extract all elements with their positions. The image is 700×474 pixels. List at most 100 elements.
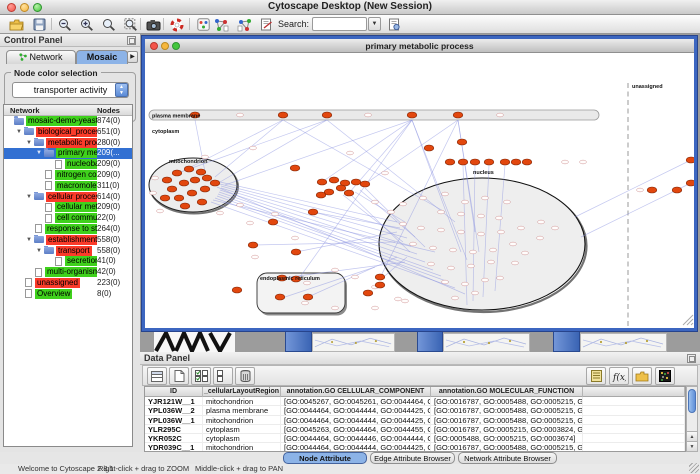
network-node[interactable] <box>322 112 332 118</box>
zoom-out-icon[interactable] <box>55 16 75 33</box>
network-node-plain[interactable] <box>562 160 569 164</box>
network-node-plain[interactable] <box>497 276 504 280</box>
column-header-empty[interactable] <box>583 387 685 397</box>
resize-grip[interactable] <box>689 463 699 473</box>
tree-row-nucleobase-[interactable]: nucleobase-209(0) <box>4 159 132 170</box>
network-node-plain[interactable] <box>400 222 407 226</box>
network-node[interactable] <box>672 187 682 193</box>
network-node-plain[interactable] <box>522 251 529 255</box>
network-node[interactable] <box>196 169 206 175</box>
network-node-plain[interactable] <box>250 146 257 150</box>
network-node-plain[interactable] <box>482 196 489 200</box>
configure-search-icon[interactable] <box>384 16 404 33</box>
network-node[interactable] <box>291 249 301 255</box>
network-node[interactable] <box>167 186 177 192</box>
network-node[interactable] <box>351 179 361 185</box>
network-node-plain[interactable] <box>382 171 389 175</box>
network-node[interactable] <box>686 180 694 186</box>
network-node-plain[interactable] <box>420 196 427 200</box>
network-node-plain[interactable] <box>332 268 339 272</box>
tree-row-cellular-process[interactable]: ▼cellular process614(0) <box>4 192 132 203</box>
import-attributes-icon[interactable] <box>632 367 652 385</box>
network-node[interactable] <box>162 177 172 183</box>
network-node[interactable] <box>457 139 467 145</box>
tree-row-nitrogen-compo[interactable]: nitrogen compo209(0) <box>4 170 132 181</box>
tree-row-mosaic-demo-yeast[interactable]: mosaic-demo-yeast874(0) <box>4 116 132 127</box>
open-session-icon[interactable] <box>6 16 26 33</box>
network-node[interactable] <box>686 157 694 163</box>
tree-row-response-to-stimulu[interactable]: response to stimulu264(0) <box>4 224 132 235</box>
network-node-plain[interactable] <box>442 280 449 284</box>
network-node-plain[interactable] <box>637 188 644 192</box>
network-node-plain[interactable] <box>272 212 279 216</box>
network-node-plain[interactable] <box>388 210 395 214</box>
network-node[interactable] <box>190 177 200 183</box>
tab-network-attribute-browser[interactable]: Network Attribute Browser <box>458 452 557 464</box>
network-node-plain[interactable] <box>496 216 503 220</box>
column-header-ID[interactable]: ID <box>145 387 203 397</box>
table-row-YDR039C__1[interactable]: YDR039C__1mitochondrion[GO:0044464, GO:0… <box>145 443 685 452</box>
network-node-plain[interactable] <box>537 236 544 240</box>
network-node[interactable] <box>187 190 197 196</box>
network-node-plain[interactable] <box>400 202 407 206</box>
network-node-plain[interactable] <box>410 242 417 246</box>
zoom-selected-icon[interactable] <box>99 16 119 33</box>
zoom-in-icon[interactable] <box>77 16 97 33</box>
zoom-fit-icon[interactable] <box>121 16 141 33</box>
tree-expand-arrow[interactable]: ▼ <box>16 127 24 137</box>
network-node-plain[interactable] <box>497 113 504 117</box>
network-node-plain[interactable] <box>237 113 244 117</box>
network-node[interactable] <box>458 159 468 165</box>
tab-edge-attribute-browser[interactable]: Edge Attribute Browser <box>370 452 455 464</box>
network-node-plain[interactable] <box>442 192 449 196</box>
tab-network[interactable]: Network <box>6 50 76 64</box>
tree-expand-arrow[interactable]: ▼ <box>26 235 34 245</box>
network-node-plain[interactable] <box>518 226 525 230</box>
network-node-plain[interactable] <box>347 151 354 155</box>
search-input[interactable] <box>312 17 367 31</box>
network-node-plain[interactable] <box>372 306 379 310</box>
network-node-plain[interactable] <box>538 220 545 224</box>
delete-attribute-icon[interactable] <box>235 367 255 385</box>
network-node-plain[interactable] <box>302 301 309 305</box>
network-node[interactable] <box>278 112 288 118</box>
network-node[interactable] <box>375 274 385 280</box>
network-edge[interactable] <box>220 182 397 222</box>
tree-row-cell-communicat[interactable]: cell communicat22(0) <box>4 213 132 224</box>
tree-expand-arrow[interactable]: ▼ <box>26 192 34 202</box>
table-row-YPL036W__2[interactable]: YPL036W__2plasma membrane[GO:0044464, GO… <box>145 406 685 415</box>
table-row-YPL036W__1[interactable]: YPL036W__1mitochondrion[GO:0044464, GO:0… <box>145 416 685 425</box>
column-header-annotation.GO MOLECULAR_FUNCTION[interactable]: annotation.GO MOLECULAR_FUNCTION <box>431 387 583 397</box>
tab-node-attribute-browser[interactable]: Node Attribute Browser <box>283 452 367 464</box>
network-node[interactable] <box>336 185 346 191</box>
network-node[interactable] <box>511 159 521 165</box>
network-node[interactable] <box>647 187 657 193</box>
network-node[interactable] <box>172 170 182 176</box>
network-node[interactable] <box>197 199 207 205</box>
network-node-plain[interactable] <box>402 299 409 303</box>
float-panel-icon[interactable] <box>127 36 136 45</box>
network-node[interactable] <box>290 165 300 171</box>
network-node[interactable] <box>445 159 455 165</box>
tree-row-unassigned[interactable]: unassigned223(0) <box>4 278 132 289</box>
network-node-plain[interactable] <box>430 246 437 250</box>
network-node-plain[interactable] <box>292 236 299 240</box>
network-node-plain[interactable] <box>150 191 157 195</box>
network-node-plain[interactable] <box>157 209 164 213</box>
network-node-plain[interactable] <box>365 113 372 117</box>
tree-row-multi-organism-pro[interactable]: multi-organism pro42(0) <box>4 267 132 278</box>
tree-expand-arrow[interactable]: ▼ <box>36 246 44 256</box>
table-row-YLR295C[interactable]: YLR295Ccytoplasm[GO:0045263, GO:0044464,… <box>145 425 685 434</box>
network-node[interactable] <box>248 242 258 248</box>
network-node[interactable] <box>522 159 532 165</box>
network-node-plain[interactable] <box>478 214 485 218</box>
network-node-plain[interactable] <box>488 260 495 264</box>
unselect-attributes-icon[interactable] <box>213 367 233 385</box>
network-node-plain[interactable] <box>552 226 559 230</box>
layout-2-icon[interactable] <box>234 16 254 33</box>
network-node-plain[interactable] <box>470 250 477 254</box>
tree-row-cellular-metabo[interactable]: cellular metabo209(0) <box>4 202 132 213</box>
network-node[interactable] <box>453 112 463 118</box>
network-node[interactable] <box>316 192 326 198</box>
network-node[interactable] <box>210 180 220 186</box>
